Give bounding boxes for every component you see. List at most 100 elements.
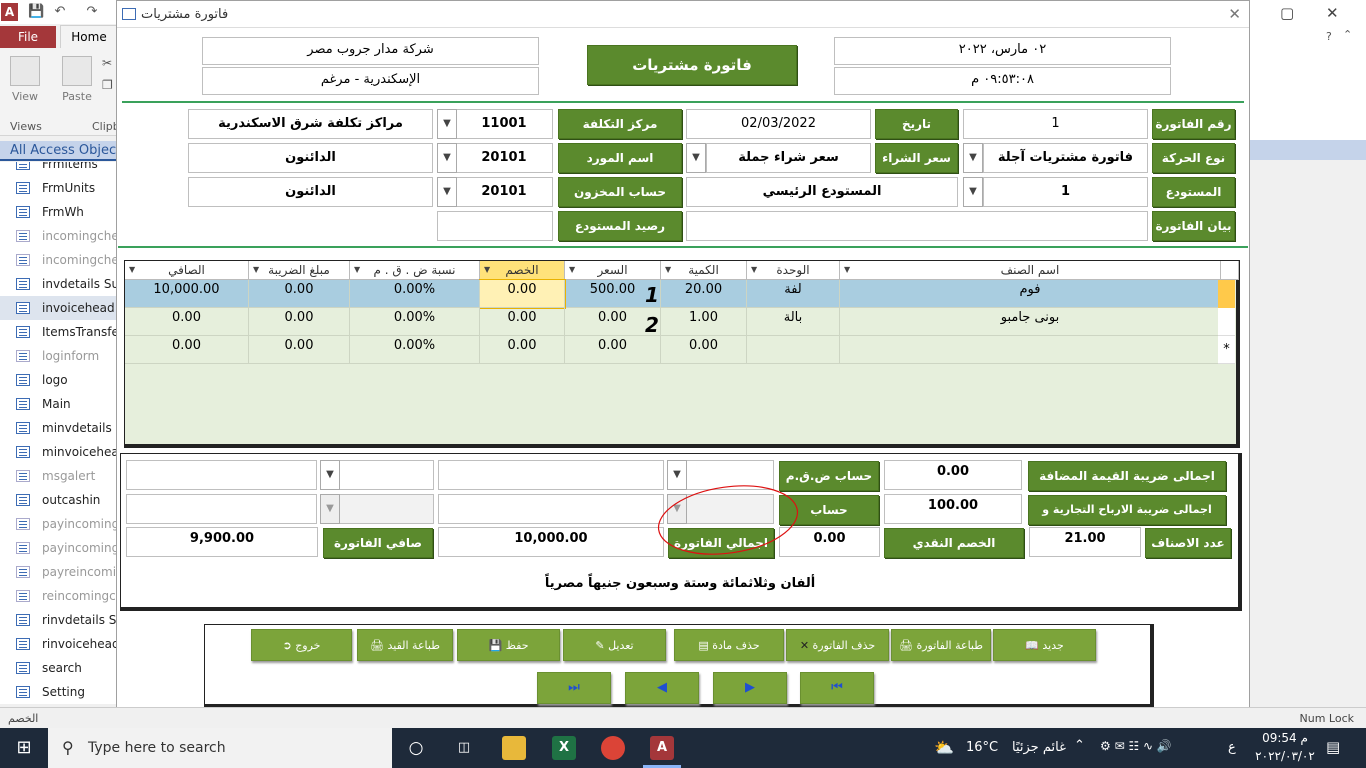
weather-temp[interactable]: 16°C [966, 740, 998, 755]
sort-arrow-icon[interactable]: ▼ [665, 261, 671, 279]
nav-item[interactable]: ItemsTransfer [0, 320, 117, 344]
nav-object-list[interactable]: Frmitems FrmUnits FrmWh incomingcheck incomi… [0, 162, 117, 704]
chevron-down-icon[interactable]: ▼ [963, 143, 983, 173]
column-header[interactable]: ▼ نسبة ض . ق . م [350, 261, 480, 280]
inventory-account-code[interactable]: 20101 [455, 177, 553, 207]
vat-account-extra[interactable] [339, 460, 434, 490]
new-button[interactable]: 📖 جديد [993, 629, 1096, 661]
nav-item[interactable]: Main [0, 392, 117, 416]
grid-cell[interactable]: 0.00 [479, 279, 566, 309]
cut-icon[interactable]: ✂ [102, 56, 112, 70]
undo-icon[interactable]: ↶ [52, 4, 68, 20]
supplier-code[interactable]: 20101 [455, 143, 553, 173]
language-indicator[interactable]: ع [1228, 740, 1236, 755]
help-icon[interactable]: ? [1326, 30, 1332, 43]
edit-button[interactable]: ✎ تعديل [563, 629, 666, 661]
notification-icon[interactable]: ▤ [1326, 738, 1340, 756]
nav-item[interactable]: incomingcheck [0, 224, 117, 248]
nav-item[interactable]: FrmUnits [0, 176, 117, 200]
grid-cell[interactable]: 0.00% [350, 308, 480, 336]
column-header[interactable]: ▼ الوحدة [747, 261, 840, 280]
nav-item[interactable]: rinvoicehead [0, 632, 117, 656]
warehouse-code[interactable]: 1 [983, 177, 1148, 207]
sort-arrow-icon[interactable]: ▼ [844, 261, 850, 279]
row-selector[interactable] [1218, 308, 1235, 336]
nav-item[interactable]: Setting [0, 680, 117, 704]
nav-item[interactable]: payincomingch [0, 536, 117, 560]
nav-pane-header[interactable]: All Access Objects [0, 141, 117, 161]
nav-item[interactable]: msgalert [0, 464, 117, 488]
grid-cell[interactable]: فوم [840, 280, 1221, 308]
nav-item[interactable]: reincomingche [0, 584, 117, 608]
save-icon[interactable]: 💾 [28, 4, 44, 20]
chevron-up-icon[interactable]: ⌃ [1074, 738, 1085, 753]
chevron-down-icon[interactable]: ▼ [437, 143, 457, 173]
tab-home[interactable]: Home [60, 25, 118, 48]
sort-arrow-icon[interactable]: ▼ [253, 261, 259, 279]
column-header[interactable]: ▼ مبلغ الضريبة [249, 261, 350, 280]
grid-cell[interactable]: 0.00 [249, 336, 350, 364]
grid-cell[interactable]: 0.00 [661, 336, 747, 364]
nav-item[interactable]: Frmitems [0, 162, 117, 176]
grid-cell[interactable]: 0.00 [125, 336, 249, 364]
purchase-price-select[interactable]: سعر شراء جملة [706, 143, 871, 173]
nav-item[interactable]: outcashin [0, 488, 117, 512]
print-invoice-button[interactable]: 🖨 طباعة الفاتورة [891, 629, 991, 661]
column-header[interactable]: ▼ اسم الصنف [840, 261, 1221, 280]
profit-tax-account-extra[interactable] [339, 494, 434, 524]
chevron-down-icon[interactable]: ▼ [686, 143, 706, 173]
column-header[interactable]: ▼ الخصم [480, 261, 565, 280]
invoice-statement-field[interactable] [686, 211, 1148, 241]
view-button[interactable]: View [8, 56, 42, 103]
grid-cell[interactable]: 1.00 [661, 308, 747, 336]
column-header[interactable]: ▼ الكمية [661, 261, 747, 280]
grid-cell[interactable]: 10,000.00 [125, 280, 249, 308]
nav-item[interactable]: loginform [0, 344, 117, 368]
first-record-button[interactable]: ⏮ [800, 672, 874, 704]
nav-item[interactable]: search [0, 656, 117, 680]
form-close-icon[interactable]: ✕ [1228, 5, 1241, 23]
grid-cell[interactable]: 0.00 [249, 280, 350, 308]
grid-cell[interactable]: 0.00 [565, 336, 661, 364]
nav-item[interactable]: incomingcheck [0, 248, 117, 272]
grid-cell[interactable] [747, 336, 840, 364]
grid-cell[interactable]: 0.00% [350, 336, 480, 364]
sort-arrow-icon[interactable]: ▼ [129, 261, 135, 279]
delete-invoice-button[interactable]: ✕ حذف الفاتورة [786, 629, 889, 661]
paste-button[interactable]: Paste [60, 56, 94, 103]
invoice-date-field[interactable]: 02/03/2022 [686, 109, 871, 139]
restore-button[interactable]: ▢ [1280, 4, 1294, 22]
next-record-button[interactable]: ▶ [713, 672, 787, 704]
chrome-icon[interactable] [601, 736, 625, 760]
grid-cell[interactable]: 20.00 [661, 280, 747, 308]
clock-date[interactable]: ٢٠٢٢/٠٣/٠٢ [1250, 749, 1320, 763]
nav-item[interactable]: payincomingch [0, 512, 117, 536]
nav-item[interactable]: minvoicehead [0, 440, 117, 464]
select-all-corner[interactable] [1221, 261, 1239, 280]
current-record-marker[interactable] [1218, 280, 1235, 308]
sort-arrow-icon[interactable]: ▼ [569, 261, 575, 279]
clock-time[interactable]: 09:54 م [1256, 731, 1314, 745]
close-button[interactable]: ✕ [1326, 4, 1339, 22]
last-record-button[interactable]: ⏭ [537, 672, 611, 704]
copy-icon[interactable]: ❐ [102, 78, 113, 92]
nav-item[interactable]: FrmWh [0, 200, 117, 224]
grid-cell[interactable]: 0.00 [249, 308, 350, 336]
chevron-down-icon[interactable]: ▼ [437, 177, 457, 207]
nav-item[interactable]: logo [0, 368, 117, 392]
windows-start-icon[interactable]: ⊞ [0, 728, 48, 768]
chevron-down-icon[interactable]: ▼ [437, 109, 457, 139]
print-entry-button[interactable]: 🖨 طباعة القيد [357, 629, 453, 661]
exit-button[interactable]: ➲ خروج [251, 629, 352, 661]
sort-arrow-icon[interactable]: ▼ [484, 261, 490, 279]
grid-cell[interactable]: 0.00% [350, 280, 480, 308]
taskbar-search[interactable]: ⚲ Type here to search [48, 728, 392, 768]
collapse-ribbon-icon[interactable]: ⌃ [1343, 28, 1352, 41]
grid-cell[interactable] [840, 336, 1221, 364]
chevron-down-icon[interactable]: ▼ [320, 494, 340, 524]
invoice-no-field[interactable]: 1 [963, 109, 1148, 139]
nav-item[interactable]: invdetails Subf [0, 272, 117, 296]
cortana-icon[interactable]: ○ [404, 736, 428, 760]
nav-item[interactable]: minvdetails Su [0, 416, 117, 440]
sort-arrow-icon[interactable]: ▼ [751, 261, 757, 279]
